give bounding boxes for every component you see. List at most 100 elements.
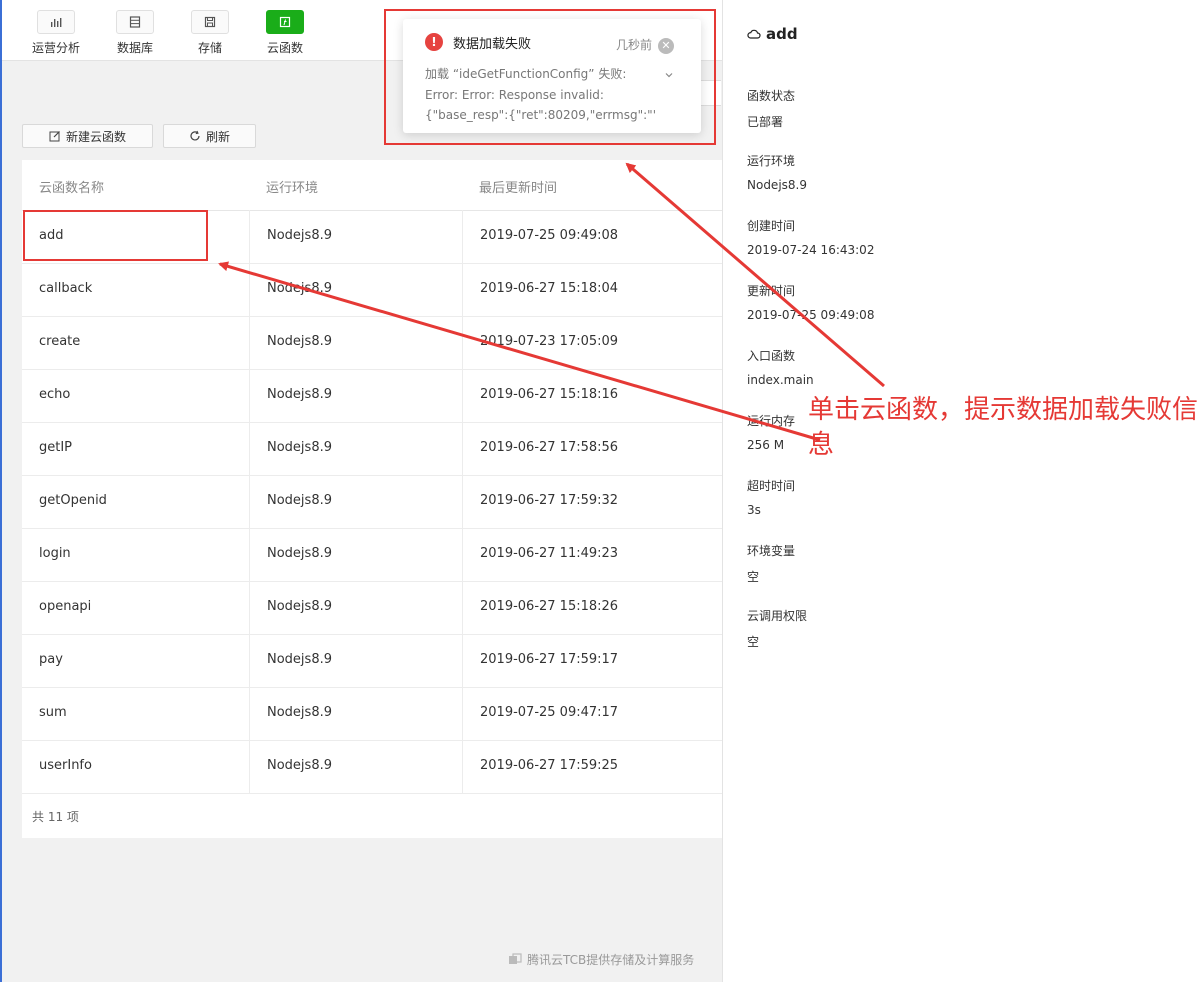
table-row[interactable]: sum Nodejs8.9 2019-07-25 09:47:17 (22, 687, 722, 741)
cell-runtime: Nodejs8.9 (267, 334, 332, 349)
detail-field: 环境变量空 (747, 542, 795, 585)
detail-field: 超时时间 3s (747, 477, 795, 517)
cell-updated-time: 2019-06-27 11:49:23 (480, 546, 619, 561)
refresh-icon (190, 130, 200, 141)
detail-field: 更新时间 2019-07-25 09:49:08 (747, 282, 874, 322)
window-edge (0, 0, 2, 982)
cell-function-name: pay (39, 652, 63, 667)
cell-updated-time: 2019-06-27 15:18:04 (480, 281, 619, 296)
credit-text: 腾讯云TCB提供存储及计算服务 (527, 953, 695, 967)
detail-field-value: 2019-07-25 09:49:08 (747, 308, 875, 322)
detail-field-label: 超时时间 (747, 479, 796, 493)
cell-updated-time: 2019-07-25 09:47:17 (480, 705, 619, 720)
nav-item-analytics[interactable]: 运营分析 (26, 10, 86, 56)
table-row[interactable]: login Nodejs8.9 2019-06-27 11:49:23 (22, 528, 722, 582)
cell-function-name: callback (39, 281, 93, 296)
nav-item-database[interactable]: 数据库 (105, 10, 165, 56)
cell-updated-time: 2019-06-27 17:59:25 (480, 758, 619, 773)
new-function-label: 新建云函数 (65, 129, 126, 144)
refresh-label: 刷新 (205, 129, 230, 144)
cell-updated-time: 2019-07-23 17:05:09 (480, 334, 619, 349)
nav-label: 数据库 (116, 41, 153, 55)
table-row[interactable]: getOpenid Nodejs8.9 2019-06-27 17:59:32 (22, 475, 722, 529)
cell-updated-time: 2019-06-27 17:58:56 (480, 440, 619, 455)
function-table: 云函数名称 运行环境 最后更新时间 add Nodejs8.9 2019-07-25… (22, 160, 722, 838)
column-divider (249, 210, 250, 793)
cell-runtime: Nodejs8.9 (267, 387, 332, 402)
table-row[interactable]: echo Nodejs8.9 2019-06-27 15:18:16 (22, 369, 722, 423)
detail-field: 运行环境 Nodejs8.9 (747, 152, 807, 192)
detail-field-label: 创建时间 (747, 219, 796, 233)
detail-field-value: Nodejs8.9 (747, 178, 807, 192)
detail-field-label: 云调用权限 (747, 609, 808, 623)
detail-field-value: 空 (747, 635, 760, 649)
detail-title: add (747, 25, 798, 43)
refresh-button[interactable]: 刷新 (163, 124, 256, 148)
cell-runtime: Nodejs8.9 (267, 440, 332, 455)
table-row[interactable]: create Nodejs8.9 2019-07-23 17:05:09 (22, 316, 722, 370)
detail-field-value: 已部署 (747, 115, 784, 129)
table-row[interactable]: userInfo Nodejs8.9 2019-06-27 17:59:25 (22, 740, 722, 794)
annotation-caption: 单击云函数，提示数据加载失败信息 (808, 395, 1199, 460)
cell-runtime: Nodejs8.9 (267, 705, 332, 720)
cell-function-name: sum (39, 705, 67, 720)
cell-runtime: Nodejs8.9 (267, 228, 332, 243)
detail-field-label: 函数状态 (747, 89, 796, 103)
detail-field-label: 环境变量 (747, 544, 796, 558)
cell-runtime: Nodejs8.9 (267, 758, 332, 773)
table-header: 云函数名称 运行环境 最后更新时间 (22, 160, 722, 211)
table-row[interactable]: callback Nodejs8.9 2019-06-27 15:18:04 (22, 263, 722, 317)
detail-field-value: 2019-07-24 16:43:02 (747, 243, 875, 257)
cell-function-name: create (39, 334, 81, 349)
column-header-runtime: 运行环境 (266, 181, 319, 196)
cell-function-name: getIP (39, 440, 73, 455)
detail-field-label: 入口函数 (747, 349, 796, 363)
service-credit: 腾讯云TCB提供存储及计算服务 (508, 951, 694, 968)
detail-field: 云调用权限空 (747, 607, 807, 650)
detail-field: 创建时间 2019-07-24 16:43:02 (747, 217, 874, 257)
detail-field: 函数状态 已部署 (747, 87, 795, 130)
detail-field-label: 更新时间 (747, 284, 796, 298)
table-row[interactable]: pay Nodejs8.9 2019-06-27 17:59:17 (22, 634, 722, 688)
column-divider (462, 210, 463, 793)
total-count: 共 11 项 (32, 810, 79, 824)
detail-field-value: index.main (747, 373, 814, 387)
cell-updated-time: 2019-06-27 17:59:17 (480, 652, 619, 667)
detail-field-label: 运行环境 (747, 154, 796, 168)
nav-label: 存储 (197, 41, 222, 55)
nav-item-storage[interactable]: 存储 (180, 10, 240, 56)
cell-runtime: Nodejs8.9 (267, 546, 332, 561)
detail-field-value: 256 M (747, 438, 785, 452)
new-function-button[interactable]: 新建云函数 (22, 124, 153, 148)
cell-runtime: Nodejs8.9 (267, 599, 332, 614)
table-row[interactable]: openapi Nodejs8.9 2019-06-27 15:18:26 (22, 581, 722, 635)
detail-function-name: add (766, 25, 798, 43)
annotation-box-row (23, 210, 208, 261)
cell-updated-time: 2019-06-27 15:18:26 (480, 599, 619, 614)
column-header-name: 云函数名称 (39, 181, 105, 196)
database-icon (116, 10, 154, 34)
cell-function-name: userInfo (39, 758, 92, 773)
cloud-logo-icon (509, 952, 522, 964)
save-icon (191, 10, 229, 34)
nav-label: 云函数 (266, 41, 303, 55)
cloud-icon (747, 29, 761, 39)
annotation-box-toast (384, 9, 716, 145)
table-row[interactable]: getIP Nodejs8.9 2019-06-27 17:58:56 (22, 422, 722, 476)
detail-field-label: 运行内存 (747, 414, 796, 428)
cell-runtime: Nodejs8.9 (267, 652, 332, 667)
edit-icon (49, 131, 60, 142)
cell-runtime: Nodejs8.9 (267, 493, 332, 508)
detail-field-value: 空 (747, 570, 760, 584)
cell-updated-time: 2019-06-27 17:59:32 (480, 493, 619, 508)
column-header-updated: 最后更新时间 (479, 181, 558, 196)
cell-function-name: getOpenid (39, 493, 107, 508)
chart-bars-icon (37, 10, 75, 34)
cell-runtime: Nodejs8.9 (267, 281, 332, 296)
detail-field: 入口函数 index.main (747, 347, 814, 387)
cell-function-name: echo (39, 387, 71, 402)
function-icon (266, 10, 304, 34)
function-detail-panel: add 函数状态已部署运行环境 Nodejs8.9 创建时间 2019-07-24 1… (722, 0, 1202, 982)
nav-label: 运营分析 (31, 41, 80, 55)
nav-item-cloud-function[interactable]: 云函数 (255, 10, 315, 56)
